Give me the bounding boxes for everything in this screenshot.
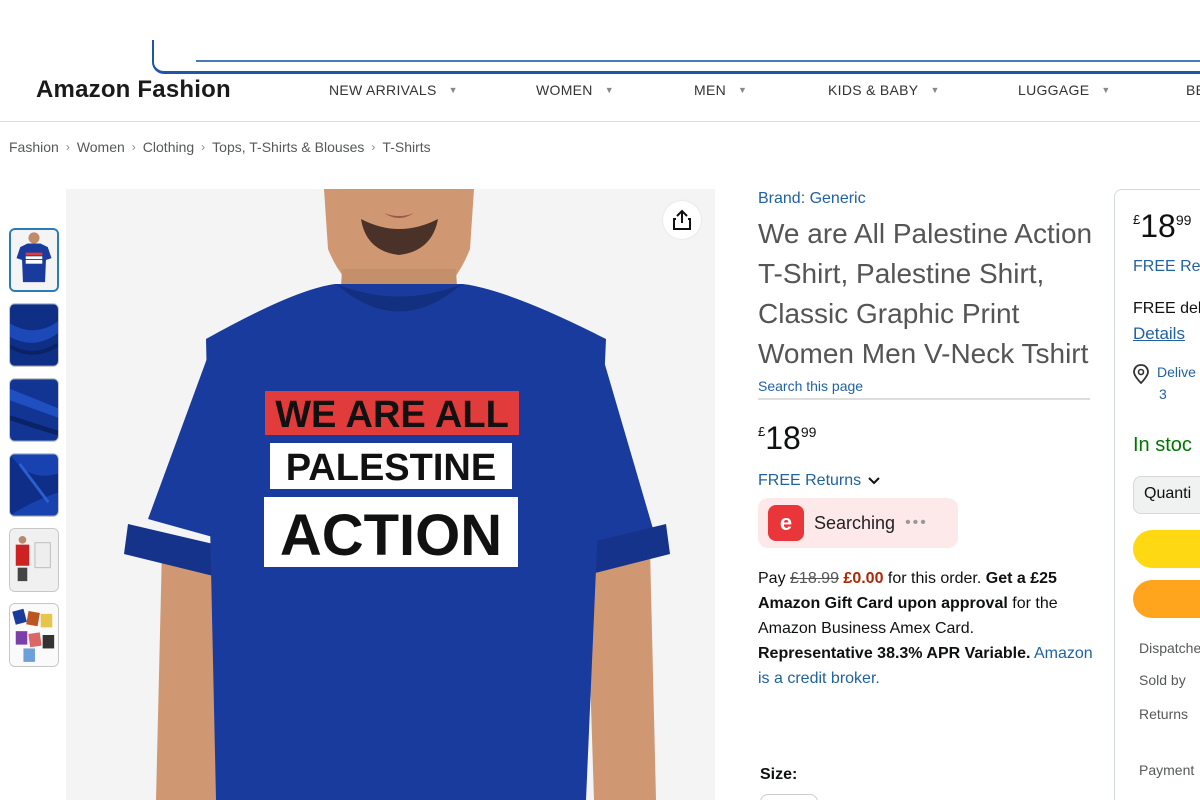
size-selector[interactable] (760, 794, 818, 800)
model-shirt-thumb (11, 230, 57, 290)
shirt-line-2: PALESTINE (286, 447, 496, 489)
thumbnail-strip (9, 228, 59, 678)
sold-by-label: Sold by (1139, 672, 1186, 688)
thumbnail-2[interactable] (9, 303, 59, 367)
nav-label: MEN (694, 82, 727, 98)
deliver-to-postcode[interactable]: 3 (1159, 386, 1167, 402)
product-title: We are All Palestine Action T-Shirt, Pal… (758, 218, 1093, 369)
fabric-thumb (10, 379, 58, 441)
model-wearing-shirt: WE ARE ALL PALESTINE ACTION (66, 189, 715, 800)
size-label: Size: (760, 766, 798, 783)
colors-thumb (10, 604, 58, 666)
payment-label: Payment (1139, 762, 1195, 778)
quantity-select[interactable]: Quanti (1133, 476, 1200, 514)
chevron-down-icon: ▼ (448, 85, 458, 95)
product-info: Brand: Generic We are All Palestine Acti… (758, 190, 1093, 691)
free-returns-label: FREE Returns (758, 472, 862, 489)
searching-extension-widget[interactable]: e Searching ••• (758, 498, 958, 548)
thumbnail-3[interactable] (9, 378, 59, 442)
offer-new-price: £0.00 (843, 570, 884, 587)
chevron-down-icon: ▼ (738, 85, 748, 95)
fashion-nav: NEW ARRIVALS ▼ WOMEN ▼ MEN ▼ KIDS & BABY ▼ L… (0, 82, 1200, 102)
dispatches-from-label: Dispatche (1139, 640, 1200, 656)
add-to-basket-button[interactable] (1133, 530, 1200, 568)
chevron-right-icon: › (65, 140, 70, 154)
offer-for-order: for this order. (887, 570, 982, 587)
price-fraction: 99 (1175, 212, 1192, 228)
chevron-down-icon: ▼ (1101, 85, 1111, 95)
fabric-thumb (10, 454, 58, 516)
shirt-line-3: ACTION (280, 503, 502, 568)
credit-offer: Pay £18.99 £0.00 for this order. Get a £… (758, 566, 1093, 691)
price-symbol: £ (1133, 212, 1141, 227)
returns-label: Returns (1139, 706, 1189, 722)
product-price: £ 18 99 (758, 420, 1093, 456)
breadcrumb-fashion[interactable]: Fashion (9, 139, 59, 155)
offer-apr: Representative 38.3% APR Variable. (758, 645, 1031, 662)
breadcrumb-clothing[interactable]: Clothing (143, 139, 194, 155)
chevron-right-icon: › (131, 140, 136, 154)
stock-status: In stoc (1133, 434, 1192, 456)
buybox-delivery: FREE del (1133, 300, 1200, 317)
chevron-down-icon (868, 477, 880, 485)
free-returns-link[interactable]: FREE Returns (758, 472, 1093, 490)
offer-old-price: £18.99 (790, 570, 839, 587)
breadcrumb-tops[interactable]: Tops, T-Shirts & Blouses (212, 139, 364, 155)
search-bar-underline (196, 60, 1200, 62)
chevron-down-icon: ▼ (930, 85, 940, 95)
thumbnail-4[interactable] (9, 453, 59, 517)
price-fraction: 99 (800, 424, 817, 440)
nav-label: LUGGAGE (1018, 82, 1090, 98)
main-product-image[interactable]: WE ARE ALL PALESTINE ACTION (66, 189, 715, 800)
nav-luggage[interactable]: LUGGAGE ▼ (1018, 82, 1111, 98)
nav-new-arrivals[interactable]: NEW ARRIVALS ▼ (329, 82, 458, 98)
thumbnail-1[interactable] (9, 228, 59, 292)
buy-box: £ 18 99 FREE Ret FREE del Details Delive… (1114, 189, 1200, 800)
nav-beauty[interactable]: BE (1186, 82, 1200, 98)
brand-link[interactable]: Brand: Generic (758, 190, 1093, 208)
chevron-down-icon: ▼ (604, 85, 614, 95)
search-this-page-link[interactable]: Search this page (758, 378, 1090, 400)
buy-now-button[interactable] (1133, 580, 1200, 618)
price-whole: 18 (765, 420, 801, 456)
share-button[interactable] (663, 201, 701, 239)
buybox-price: £ 18 99 (1133, 208, 1191, 244)
chevron-right-icon: › (201, 140, 206, 154)
loading-dots-icon: ••• (905, 514, 928, 531)
fabric-thumb (10, 304, 58, 366)
breadcrumb-women[interactable]: Women (77, 139, 125, 155)
lifestyle-thumb (10, 529, 58, 591)
search-bar-frame[interactable] (152, 40, 1200, 74)
nav-label: KIDS & BABY (828, 82, 919, 98)
nav-label: BE (1186, 82, 1200, 98)
buybox-free-returns-link[interactable]: FREE Ret (1133, 258, 1200, 276)
extension-logo: e (768, 505, 804, 541)
share-icon (673, 209, 691, 230)
breadcrumb: Fashion › Women › Clothing › Tops, T-Shirts… (9, 139, 431, 155)
breadcrumb-tshirts[interactable]: T-Shirts (382, 139, 430, 155)
deliver-to-link[interactable]: Delive (1133, 364, 1196, 384)
nav-women[interactable]: WOMEN ▼ (536, 82, 614, 98)
delivery-details-link[interactable]: Details (1133, 324, 1185, 344)
nav-kids-baby[interactable]: KIDS & BABY ▼ (828, 82, 940, 98)
shirt-line-1: WE ARE ALL (275, 394, 509, 436)
price-whole: 18 (1140, 208, 1176, 244)
searching-label: Searching (814, 512, 896, 533)
price-symbol: £ (758, 424, 766, 439)
nav-label: NEW ARRIVALS (329, 82, 437, 98)
thumbnail-5[interactable] (9, 528, 59, 592)
offer-pay: Pay (758, 570, 786, 587)
location-pin-icon (1133, 364, 1149, 384)
deliver-to-label: Delive (1157, 364, 1196, 380)
header-divider (0, 121, 1200, 122)
nav-label: WOMEN (536, 82, 593, 98)
thumbnail-6[interactable] (9, 603, 59, 667)
chevron-right-icon: › (371, 140, 376, 154)
nav-men[interactable]: MEN ▼ (694, 82, 747, 98)
